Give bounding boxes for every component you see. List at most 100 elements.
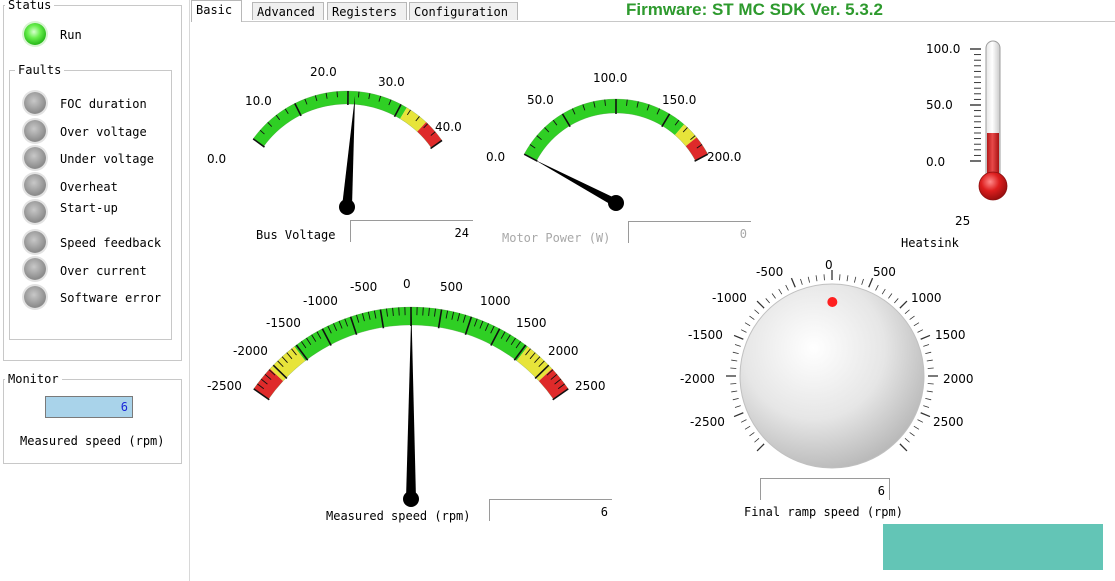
gauge-tick-label: -500 (350, 280, 377, 294)
knob-tick (925, 351, 932, 354)
knob-tick (749, 432, 755, 437)
knob-tick (875, 284, 879, 291)
knob-tick (904, 309, 910, 314)
knob-tick (815, 275, 818, 282)
knob-tick (846, 275, 849, 282)
knob-tick (790, 277, 796, 288)
final-ramp-speed-caption: Final ramp speed (rpm) (744, 505, 903, 519)
knob-tick (925, 398, 932, 401)
knob-tick (913, 322, 920, 327)
gauge-tick-label: -2000 (233, 344, 268, 358)
gauge-tick-label: -2500 (207, 379, 242, 393)
knob-tick (926, 390, 933, 393)
knob-tick-label: -1500 (688, 328, 723, 342)
heatsink-thermometer: 100.0 50.0 0.0 (926, 40, 1008, 201)
gauge-tick-label: 150.0 (662, 93, 696, 107)
knob-tick (744, 322, 751, 327)
gauge-zone-band (524, 99, 685, 161)
gauge-zone-band (253, 90, 407, 147)
knob-tick-label: 0 (825, 258, 833, 272)
knob-tick (923, 405, 930, 408)
knob-tick-label: -1000 (712, 291, 747, 305)
knob-tick (899, 300, 908, 309)
knob-tick-label: 1500 (935, 328, 966, 342)
knob-tick (904, 438, 910, 443)
knob-tick-label: -500 (756, 265, 783, 279)
bus-voltage-caption: Bus Voltage (256, 228, 336, 242)
knob-tick (899, 443, 908, 452)
thermometer-tick-label: 100.0 (926, 42, 960, 56)
knob-tick (732, 351, 739, 354)
knob-tick (785, 284, 789, 291)
heatsink-caption: Heatsink (901, 236, 959, 250)
knob-tick (881, 288, 886, 295)
knob-tick (909, 315, 915, 320)
gauge-tick (357, 91, 360, 98)
knob-tick-label: -2500 (690, 415, 725, 429)
knob-tick (740, 329, 747, 333)
knob-dial[interactable] (739, 283, 925, 469)
knob-tick (733, 334, 744, 340)
gauge-tick-label: 500 (440, 280, 463, 294)
gauge-tick (398, 307, 400, 316)
gauge-tick-label: 30.0 (378, 75, 405, 89)
final-ramp-speed-readout[interactable]: 6 (760, 478, 890, 500)
gauge-tick-label: 1500 (516, 316, 547, 330)
knob-tick (778, 288, 783, 295)
dashboard-canvas: 0.0 10.0 20.0 30.0 40.0 0.0 50.0 100.0 1… (207, 40, 1008, 507)
knob-tick (894, 298, 899, 304)
gauge-tick-label: 1000 (480, 294, 511, 308)
gauge-tick-label: 20.0 (310, 65, 337, 79)
thermometer-bulb-icon (978, 171, 1008, 201)
gauge-needle-hub (339, 199, 355, 215)
knob-tick (807, 276, 810, 283)
knob-tick (731, 359, 738, 362)
gauge-tick-label: 0.0 (207, 152, 226, 166)
gauge-tick-label: 200.0 (707, 150, 741, 164)
gauge-tick-label: 40.0 (435, 120, 462, 134)
knob-tick-label: 500 (873, 265, 896, 279)
gauge-tick-label: 2500 (575, 379, 606, 393)
gauge-tick-label: -1000 (303, 294, 338, 308)
knob-tick (732, 398, 739, 401)
gauge-tick-label: 100.0 (593, 71, 627, 85)
knob-tick (744, 425, 751, 430)
gauge-tick-label: -1500 (266, 316, 301, 330)
knob-tick (771, 293, 776, 299)
gauge-needle-hub (608, 195, 624, 211)
gauge-tick-label: 0 (403, 277, 411, 291)
knob-tick-label: 1000 (911, 291, 942, 305)
knob-tick (756, 443, 765, 452)
knob-tick (756, 300, 765, 309)
gauge-tick-label: 50.0 (527, 93, 554, 107)
gauge-needle (406, 309, 416, 500)
bus-voltage-readout: 24 (350, 220, 473, 242)
knob-tick (923, 344, 930, 347)
knob-tick-label: -2000 (680, 372, 715, 386)
knob-tick (800, 278, 803, 285)
knob-tick (868, 277, 874, 288)
knob-tick (854, 276, 857, 283)
heatsink-value: 25 (955, 214, 971, 228)
knob-tick (731, 390, 738, 393)
knob-indicator-dot-icon (827, 297, 838, 308)
watermark-overlay (883, 524, 1103, 570)
gauge-needle (342, 95, 356, 208)
thermometer-tick-label: 0.0 (926, 155, 945, 169)
gauge-needle (533, 159, 618, 207)
measured-speed-gauge: -2500 -2000 -1500 -1000 -500 0 500 1000 … (207, 277, 606, 507)
gauge-tick-label: 2000 (548, 344, 579, 358)
final-ramp-speed-knob[interactable]: -500 0 500 -1000 1000 -1500 1500 -2000 2… (680, 258, 974, 469)
knob-tick (754, 438, 760, 443)
knob-tick (740, 419, 747, 423)
knob-tick (920, 334, 931, 340)
motor-power-gauge: 0.0 50.0 100.0 150.0 200.0 (486, 71, 741, 211)
knob-tick (754, 309, 760, 314)
motor-power-caption: Motor Power (W) (502, 231, 611, 245)
knob-tick (734, 344, 741, 347)
measured-speed-caption: Measured speed (rpm) (326, 509, 471, 523)
gauge-needle-hub (403, 491, 419, 507)
knob-tick-label: 2000 (943, 372, 974, 386)
knob-tick (734, 405, 741, 408)
knob-tick (888, 293, 893, 299)
